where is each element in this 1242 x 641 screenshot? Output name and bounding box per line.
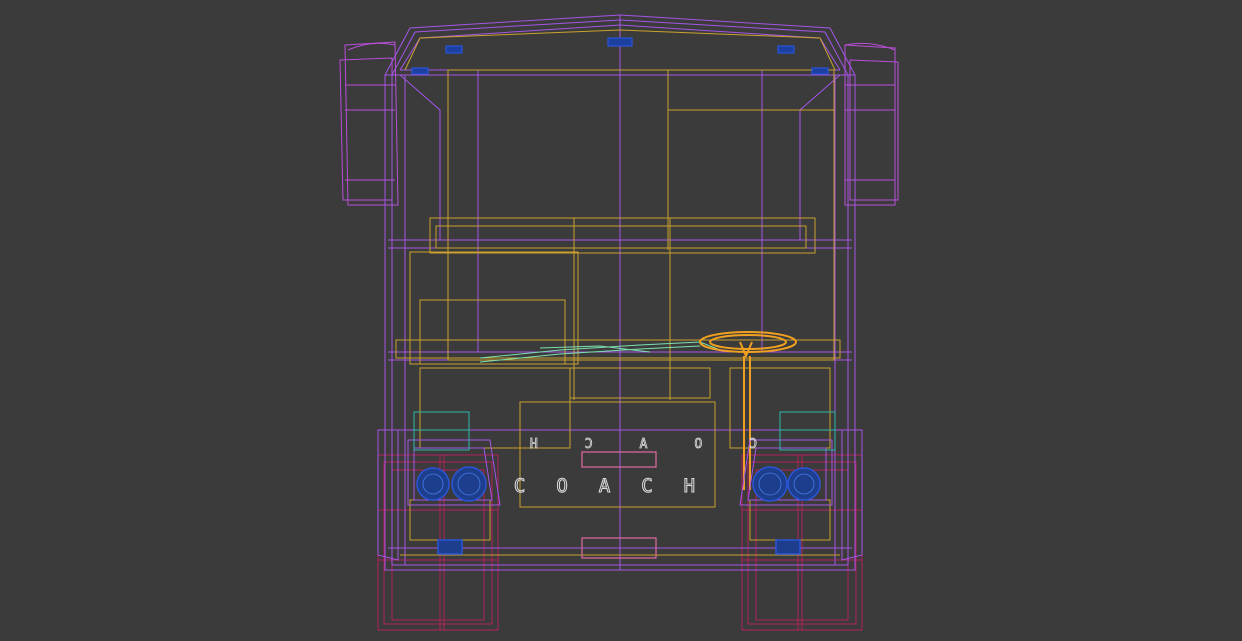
bus-wireframe: COACH COACH (339, 14, 899, 631)
front-text: COACH (514, 475, 726, 497)
mirror-right (844, 42, 899, 206)
grille (581, 451, 657, 559)
front-text-mirrored: COACH (483, 437, 757, 452)
3d-viewport[interactable]: COACH COACH (0, 0, 1242, 641)
headlights-left (416, 466, 487, 502)
headlights-right (752, 466, 821, 502)
